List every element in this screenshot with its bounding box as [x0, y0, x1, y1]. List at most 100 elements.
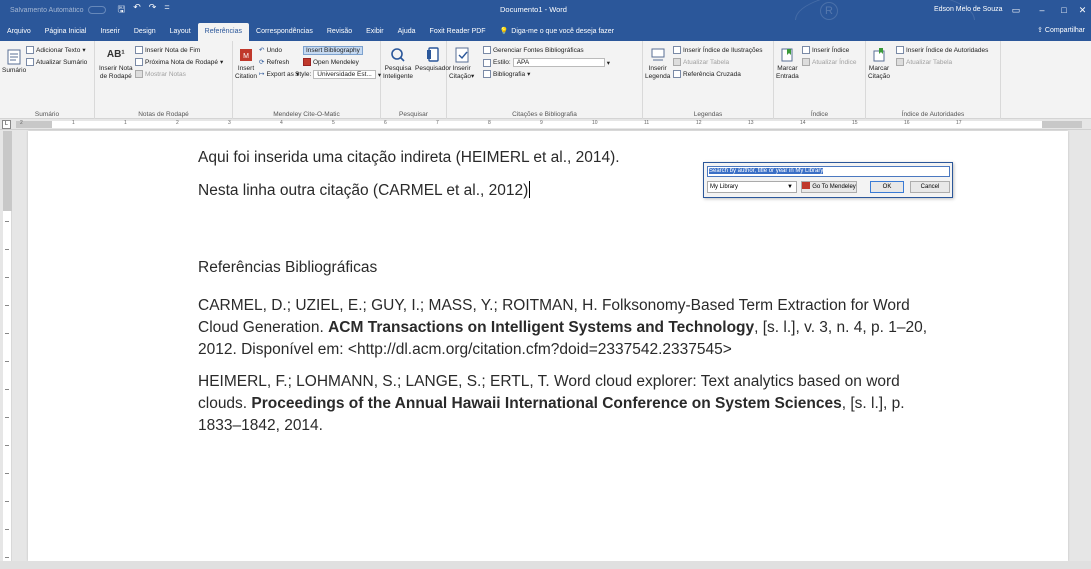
tab-referencias[interactable]: Referências	[197, 23, 250, 41]
tab-pagina-inicial[interactable]: Página Inicial	[38, 23, 94, 41]
tab-layout[interactable]: Layout	[163, 23, 198, 41]
citation-search-input[interactable]: Search by author, title or year in My Li…	[707, 166, 950, 177]
vertical-ruler-tick	[5, 249, 9, 250]
tab-design[interactable]: Design	[127, 23, 163, 41]
open-mendeley-button[interactable]: Open Mendeley	[303, 58, 359, 66]
save-icon[interactable]: 🖫	[118, 2, 126, 18]
mark-entry-button[interactable]: Marcar Entrada	[776, 47, 799, 81]
vertical-ruler-tick	[5, 417, 9, 418]
vertical-ruler-tick	[5, 389, 9, 390]
insert-index-button[interactable]: Inserir Índice	[802, 46, 849, 54]
researcher-label: Pesquisador	[415, 65, 452, 72]
vertical-ruler-tick	[5, 221, 9, 222]
insert-authorities-icon	[896, 46, 904, 54]
tab-correspondencias[interactable]: Correspondências	[249, 23, 320, 41]
insert-endnote-button[interactable]: Inserir Nota de Fim	[135, 46, 200, 54]
insert-citation-label-1: Insert	[237, 65, 255, 72]
redo-icon[interactable]: ↷	[149, 2, 157, 18]
update-table-button[interactable]: Atualizar Tabela	[673, 58, 729, 66]
insert-index-icon	[802, 46, 810, 54]
bibliography-button[interactable]: Bibliografia ▾	[483, 70, 530, 78]
cross-reference-button[interactable]: Referência Cruzada	[673, 70, 741, 78]
vertical-ruler-tick	[5, 361, 9, 362]
horizontal-ruler[interactable]: L 2 1 1 2 3 4 5 6 7 8 9 10 11 12 13 14 15 16 17	[0, 119, 1091, 130]
share-button[interactable]: ⇪ Compartilhar	[1037, 22, 1085, 40]
tab-exibir[interactable]: Exibir	[359, 23, 391, 41]
citation-style-select[interactable]: Estilo: APA ▾	[483, 58, 610, 67]
table-of-figures-icon	[673, 46, 681, 54]
doc-line-2-text: Nesta linha outra citação (CARMEL et al.…	[198, 182, 529, 199]
sumario-button[interactable]: Sumário	[2, 49, 26, 75]
reference-1[interactable]: CARMEL, D.; UZIEL, E.; GUY, I.; MASS, Y.…	[198, 295, 938, 361]
tab-selector[interactable]: L	[2, 120, 11, 129]
minimize-button[interactable]: –	[1030, 0, 1054, 20]
references-heading[interactable]: Referências Bibliográficas	[198, 257, 377, 279]
insert-citation-button[interactable]: M Insert Citation	[235, 47, 257, 81]
endnote-icon	[135, 46, 143, 54]
cancel-button[interactable]: Cancel	[910, 181, 950, 193]
undo-icon[interactable]: ↶	[133, 2, 141, 18]
mendeley-undo-label: Undo	[266, 46, 282, 54]
mendeley-undo-button[interactable]: ↶ Undo	[259, 46, 282, 55]
update-authorities-button[interactable]: Atualizar Tabela	[896, 58, 952, 66]
update-toc-button[interactable]: Atualizar Sumário	[26, 58, 87, 66]
doc-line-1[interactable]: Aqui foi inserida uma citação indireta (…	[198, 147, 620, 169]
maximize-button[interactable]: □	[1052, 0, 1076, 20]
doc-line-2[interactable]: Nesta linha outra citação (CARMEL et al.…	[198, 180, 531, 202]
mendeley-logo-icon	[802, 182, 811, 189]
user-name[interactable]: Edson Melo de Souza	[934, 0, 1003, 20]
ok-button[interactable]: OK	[870, 181, 904, 193]
insert-caption-icon	[651, 48, 665, 61]
cross-reference-label: Referência Cruzada	[683, 70, 741, 78]
customize-qat-icon[interactable]: =	[164, 2, 169, 18]
vertical-ruler-tick	[5, 277, 9, 278]
vertical-ruler[interactable]	[3, 131, 12, 561]
chevron-down-icon: ▼	[787, 184, 793, 190]
tab-foxit[interactable]: Foxit Reader PDF	[423, 23, 493, 41]
close-button[interactable]: ✕	[1074, 0, 1091, 20]
tab-ajuda[interactable]: Ajuda	[391, 23, 423, 41]
ruler-number: 7	[436, 120, 439, 126]
show-notes-button[interactable]: Mostrar Notas	[135, 70, 186, 78]
next-footnote-button[interactable]: Próxima Nota de Rodapé ▾	[135, 58, 223, 66]
ruler-number: 1	[124, 120, 127, 126]
smart-lookup-button[interactable]: Pesquisa Inteligente	[383, 47, 413, 81]
library-select[interactable]: My Library ▼	[707, 181, 797, 193]
tab-inserir[interactable]: Inserir	[93, 23, 126, 41]
insert-authorities-button[interactable]: Inserir Índice de Autoridades	[896, 46, 988, 54]
tell-me-box[interactable]: 💡 Diga-me o que você deseja fazer	[493, 23, 621, 41]
export-as-button[interactable]: ↦ Export as ▾	[259, 70, 299, 79]
citation-style-value: APA	[512, 58, 605, 67]
group-label-mendeley: Mendeley Cite-O-Matic	[273, 111, 340, 118]
insert-footnote-button[interactable]: AB¹ Inserir Nota de Rodapé	[99, 47, 133, 81]
manage-sources-button[interactable]: Gerenciar Fontes Bibliográficas	[483, 46, 584, 54]
insert-table-of-figures-button[interactable]: Inserir Índice de Ilustrações	[673, 46, 762, 54]
researcher-button[interactable]: Pesquisador	[415, 47, 451, 73]
ribbon-display-icon[interactable]: ▭	[1004, 0, 1028, 20]
ribbon: Sumário Adicionar Texto ▾ Atualizar Sumár…	[0, 41, 1091, 119]
insert-citation-word-button[interactable]: Inserir Citação▾	[449, 47, 474, 81]
ruler-strip	[52, 121, 1042, 128]
update-index-button[interactable]: Atualizar Índice	[802, 58, 856, 66]
autosave-toggle[interactable]	[87, 6, 106, 14]
lightbulb-icon: 💡	[499, 28, 509, 35]
manage-sources-label: Gerenciar Fontes Bibliográficas	[493, 46, 584, 54]
reference-2[interactable]: HEIMERL, F.; LOHMANN, S.; LANGE, S.; ERT…	[198, 371, 938, 437]
table-of-contents-icon	[7, 49, 21, 65]
group-label-notas: Notas de Rodapé	[138, 111, 189, 118]
library-select-value: My Library	[710, 184, 739, 190]
autosave-label: Salvamento Automático	[10, 6, 84, 14]
mark-citation-label-1: Marcar	[868, 65, 890, 72]
go-to-mendeley-button[interactable]: Go To Mendeley	[801, 181, 857, 193]
tab-revisao[interactable]: Revisão	[320, 23, 359, 41]
insert-caption-button[interactable]: Inserir Legenda	[645, 47, 670, 81]
mark-citation-button[interactable]: Marcar Citação	[868, 47, 890, 81]
mendeley-refresh-label: Refresh	[266, 58, 290, 66]
mendeley-style-label: Style:	[295, 71, 312, 78]
mendeley-refresh-button[interactable]: ⟳ Refresh	[259, 58, 290, 67]
tab-arquivo[interactable]: Arquivo	[0, 23, 38, 41]
insert-bibliography-button[interactable]: Insert Bibliography	[303, 46, 363, 55]
mendeley-style-select[interactable]: Style: Universidade Est... ▾	[295, 70, 381, 79]
update-toc-icon	[26, 58, 34, 66]
add-text-button[interactable]: Adicionar Texto ▾	[26, 46, 86, 54]
